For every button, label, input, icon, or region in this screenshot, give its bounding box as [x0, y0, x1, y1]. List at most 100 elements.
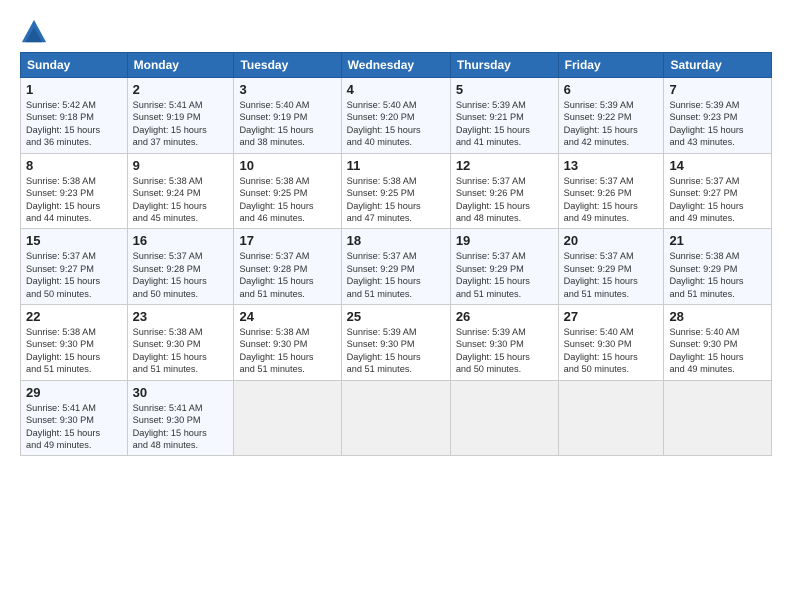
day-number: 18: [347, 233, 445, 248]
day-info: Sunrise: 5:40 AM Sunset: 9:19 PM Dayligh…: [239, 99, 335, 149]
day-info: Sunrise: 5:42 AM Sunset: 9:18 PM Dayligh…: [26, 99, 122, 149]
logo: [20, 18, 54, 46]
calendar-table: SundayMondayTuesdayWednesdayThursdayFrid…: [20, 52, 772, 456]
day-number: 10: [239, 158, 335, 173]
weekday-header-thursday: Thursday: [450, 53, 558, 78]
day-info: Sunrise: 5:39 AM Sunset: 9:21 PM Dayligh…: [456, 99, 553, 149]
day-info: Sunrise: 5:38 AM Sunset: 9:25 PM Dayligh…: [239, 175, 335, 225]
calendar-cell: 17 Sunrise: 5:37 AM Sunset: 9:28 PM Dayli…: [234, 229, 341, 305]
calendar-cell: 2 Sunrise: 5:41 AM Sunset: 9:19 PM Daylig…: [127, 78, 234, 154]
logo-icon: [20, 18, 48, 46]
day-info: Sunrise: 5:37 AM Sunset: 9:27 PM Dayligh…: [669, 175, 766, 225]
day-number: 15: [26, 233, 122, 248]
day-info: Sunrise: 5:39 AM Sunset: 9:22 PM Dayligh…: [564, 99, 659, 149]
day-info: Sunrise: 5:38 AM Sunset: 9:30 PM Dayligh…: [239, 326, 335, 376]
calendar-cell: 25 Sunrise: 5:39 AM Sunset: 9:30 PM Dayli…: [341, 305, 450, 381]
calendar-cell: 23 Sunrise: 5:38 AM Sunset: 9:30 PM Dayli…: [127, 305, 234, 381]
day-number: 25: [347, 309, 445, 324]
calendar-cell: 9Sunrise: 5:38 AM Sunset: 9:24 PM Daylig…: [127, 153, 234, 229]
weekday-header-monday: Monday: [127, 53, 234, 78]
calendar-cell: 19 Sunrise: 5:37 AM Sunset: 9:29 PM Dayli…: [450, 229, 558, 305]
day-number: 26: [456, 309, 553, 324]
calendar-cell: 10 Sunrise: 5:38 AM Sunset: 9:25 PM Dayli…: [234, 153, 341, 229]
day-number: 6: [564, 82, 659, 97]
calendar-cell: 3 Sunrise: 5:40 AM Sunset: 9:19 PM Daylig…: [234, 78, 341, 154]
day-info: Sunrise: 5:37 AM Sunset: 9:26 PM Dayligh…: [564, 175, 659, 225]
calendar-cell: 15 Sunrise: 5:37 AM Sunset: 9:27 PM Dayli…: [21, 229, 128, 305]
weekday-header-sunday: Sunday: [21, 53, 128, 78]
calendar-cell: 20 Sunrise: 5:37 AM Sunset: 9:29 PM Dayli…: [558, 229, 664, 305]
calendar-cell: 12Sunrise: 5:37 AM Sunset: 9:26 PM Dayli…: [450, 153, 558, 229]
day-info: Sunrise: 5:41 AM Sunset: 9:30 PM Dayligh…: [26, 402, 122, 452]
day-number: 8: [26, 158, 122, 173]
calendar-cell: 16 Sunrise: 5:37 AM Sunset: 9:28 PM Dayli…: [127, 229, 234, 305]
day-info: Sunrise: 5:38 AM Sunset: 9:24 PM Dayligh…: [133, 175, 229, 225]
weekday-header-saturday: Saturday: [664, 53, 772, 78]
calendar-cell: 11 Sunrise: 5:38 AM Sunset: 9:25 PM Dayli…: [341, 153, 450, 229]
calendar-cell: [450, 380, 558, 456]
day-info: Sunrise: 5:37 AM Sunset: 9:29 PM Dayligh…: [564, 250, 659, 300]
calendar-week-1: 1 Sunrise: 5:42 AM Sunset: 9:18 PM Daylig…: [21, 78, 772, 154]
day-info: Sunrise: 5:37 AM Sunset: 9:29 PM Dayligh…: [347, 250, 445, 300]
day-number: 20: [564, 233, 659, 248]
day-info: Sunrise: 5:41 AM Sunset: 9:30 PM Dayligh…: [133, 402, 229, 452]
calendar-cell: 4 Sunrise: 5:40 AM Sunset: 9:20 PM Daylig…: [341, 78, 450, 154]
calendar-header: SundayMondayTuesdayWednesdayThursdayFrid…: [21, 53, 772, 78]
day-number: 7: [669, 82, 766, 97]
calendar-cell: 18 Sunrise: 5:37 AM Sunset: 9:29 PM Dayli…: [341, 229, 450, 305]
calendar-cell: 28 Sunrise: 5:40 AM Sunset: 9:30 PM Dayli…: [664, 305, 772, 381]
day-info: Sunrise: 5:40 AM Sunset: 9:30 PM Dayligh…: [669, 326, 766, 376]
calendar-week-2: 8Sunrise: 5:38 AM Sunset: 9:23 PM Daylig…: [21, 153, 772, 229]
calendar-cell: 5Sunrise: 5:39 AM Sunset: 9:21 PM Daylig…: [450, 78, 558, 154]
day-info: Sunrise: 5:37 AM Sunset: 9:27 PM Dayligh…: [26, 250, 122, 300]
day-info: Sunrise: 5:39 AM Sunset: 9:23 PM Dayligh…: [669, 99, 766, 149]
header: [20, 18, 772, 46]
day-info: Sunrise: 5:39 AM Sunset: 9:30 PM Dayligh…: [347, 326, 445, 376]
day-number: 19: [456, 233, 553, 248]
calendar-cell: 7 Sunrise: 5:39 AM Sunset: 9:23 PM Daylig…: [664, 78, 772, 154]
day-info: Sunrise: 5:37 AM Sunset: 9:29 PM Dayligh…: [456, 250, 553, 300]
day-number: 11: [347, 158, 445, 173]
calendar-cell: 24 Sunrise: 5:38 AM Sunset: 9:30 PM Dayli…: [234, 305, 341, 381]
day-info: Sunrise: 5:41 AM Sunset: 9:19 PM Dayligh…: [133, 99, 229, 149]
calendar-cell: 21 Sunrise: 5:38 AM Sunset: 9:29 PM Dayli…: [664, 229, 772, 305]
day-info: Sunrise: 5:37 AM Sunset: 9:28 PM Dayligh…: [239, 250, 335, 300]
weekday-header-tuesday: Tuesday: [234, 53, 341, 78]
calendar-cell: 30 Sunrise: 5:41 AM Sunset: 9:30 PM Dayli…: [127, 380, 234, 456]
day-number: 24: [239, 309, 335, 324]
day-number: 4: [347, 82, 445, 97]
day-number: 17: [239, 233, 335, 248]
day-info: Sunrise: 5:40 AM Sunset: 9:20 PM Dayligh…: [347, 99, 445, 149]
calendar-cell: 1 Sunrise: 5:42 AM Sunset: 9:18 PM Daylig…: [21, 78, 128, 154]
calendar-week-4: 22Sunrise: 5:38 AM Sunset: 9:30 PM Dayli…: [21, 305, 772, 381]
day-info: Sunrise: 5:38 AM Sunset: 9:29 PM Dayligh…: [669, 250, 766, 300]
day-number: 12: [456, 158, 553, 173]
day-number: 13: [564, 158, 659, 173]
day-number: 29: [26, 385, 122, 400]
calendar-cell: 8Sunrise: 5:38 AM Sunset: 9:23 PM Daylig…: [21, 153, 128, 229]
day-info: Sunrise: 5:37 AM Sunset: 9:28 PM Dayligh…: [133, 250, 229, 300]
day-number: 27: [564, 309, 659, 324]
page: SundayMondayTuesdayWednesdayThursdayFrid…: [0, 0, 792, 612]
day-info: Sunrise: 5:38 AM Sunset: 9:25 PM Dayligh…: [347, 175, 445, 225]
header-row: SundayMondayTuesdayWednesdayThursdayFrid…: [21, 53, 772, 78]
day-info: Sunrise: 5:39 AM Sunset: 9:30 PM Dayligh…: [456, 326, 553, 376]
day-number: 1: [26, 82, 122, 97]
calendar-week-5: 29 Sunrise: 5:41 AM Sunset: 9:30 PM Dayli…: [21, 380, 772, 456]
calendar-cell: [664, 380, 772, 456]
calendar-cell: 14 Sunrise: 5:37 AM Sunset: 9:27 PM Dayli…: [664, 153, 772, 229]
day-info: Sunrise: 5:38 AM Sunset: 9:30 PM Dayligh…: [133, 326, 229, 376]
day-number: 30: [133, 385, 229, 400]
day-number: 21: [669, 233, 766, 248]
day-number: 28: [669, 309, 766, 324]
day-number: 14: [669, 158, 766, 173]
day-number: 3: [239, 82, 335, 97]
calendar-cell: 26 Sunrise: 5:39 AM Sunset: 9:30 PM Dayli…: [450, 305, 558, 381]
day-number: 23: [133, 309, 229, 324]
calendar-week-3: 15 Sunrise: 5:37 AM Sunset: 9:27 PM Dayli…: [21, 229, 772, 305]
day-number: 2: [133, 82, 229, 97]
weekday-header-wednesday: Wednesday: [341, 53, 450, 78]
day-info: Sunrise: 5:38 AM Sunset: 9:30 PM Dayligh…: [26, 326, 122, 376]
day-number: 16: [133, 233, 229, 248]
calendar-cell: 6 Sunrise: 5:39 AM Sunset: 9:22 PM Daylig…: [558, 78, 664, 154]
